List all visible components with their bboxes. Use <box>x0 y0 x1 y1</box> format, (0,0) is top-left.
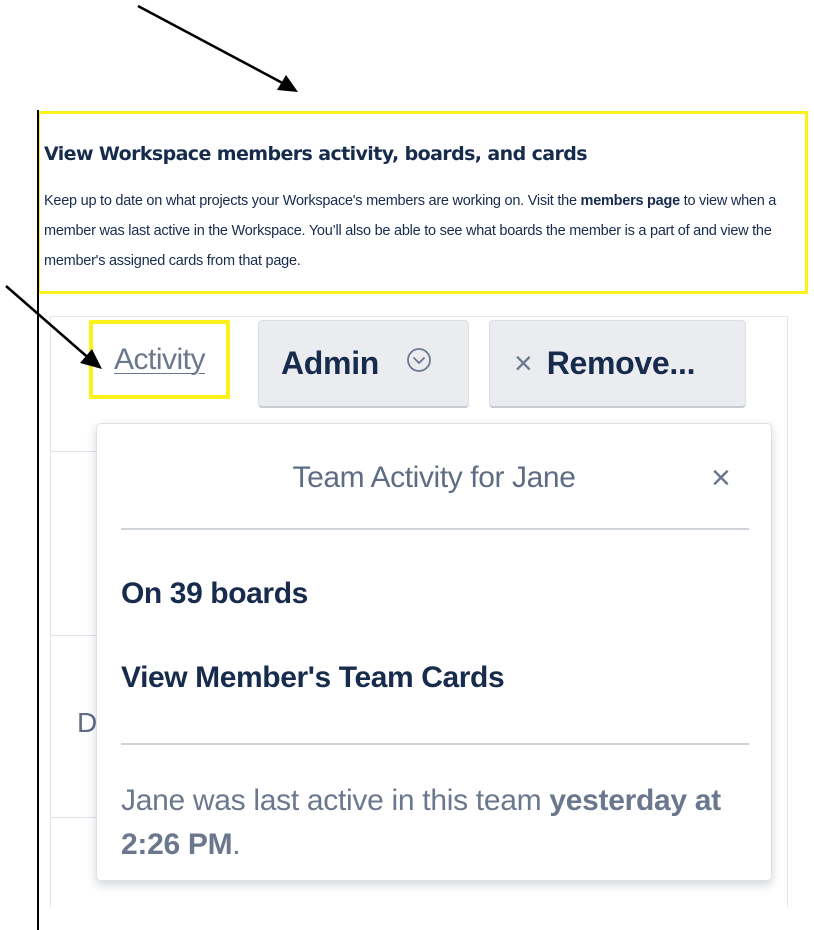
members-page-link[interactable]: members page <box>581 193 681 209</box>
close-icon: × <box>514 345 533 381</box>
popover-title: Team Activity for Jane <box>292 461 576 494</box>
team-activity-popover: Team Activity for Jane × On 39 boards Vi… <box>96 423 772 881</box>
callout-title: View Workspace members activity, boards,… <box>44 143 588 165</box>
popover-divider <box>121 743 749 745</box>
chevron-down-circle-icon <box>407 348 431 372</box>
remove-member-button[interactable]: × Remove... <box>489 320 746 408</box>
last-active-text: Jane was last active in this team yester… <box>121 779 751 867</box>
boards-count: On 39 boards <box>121 577 308 610</box>
doc-callout: View Workspace members activity, boards,… <box>37 111 808 294</box>
row-divider <box>51 635 101 636</box>
annotation-arrow-top <box>137 4 291 89</box>
row-divider <box>51 817 101 818</box>
last-active-suffix: . <box>232 828 241 861</box>
close-icon[interactable]: × <box>711 461 731 495</box>
view-member-cards-link[interactable]: View Member's Team Cards <box>121 661 505 695</box>
activity-link-label: Activity <box>113 342 206 376</box>
annotation-arrowhead-top <box>277 75 298 92</box>
callout-body: Keep up to date on what projects your Wo… <box>44 186 809 276</box>
admin-button-label: Admin <box>281 345 380 381</box>
last-active-prefix: Jane was last active in this team <box>121 784 550 817</box>
popover-divider <box>121 528 749 530</box>
row-divider <box>51 451 101 452</box>
remove-button-label: Remove... <box>546 345 696 381</box>
activity-link[interactable]: Activity <box>89 320 230 399</box>
row-initial: D <box>77 707 98 738</box>
callout-body-text-1: Keep up to date on what projects your Wo… <box>44 193 581 209</box>
admin-role-button[interactable]: Admin <box>258 320 469 408</box>
